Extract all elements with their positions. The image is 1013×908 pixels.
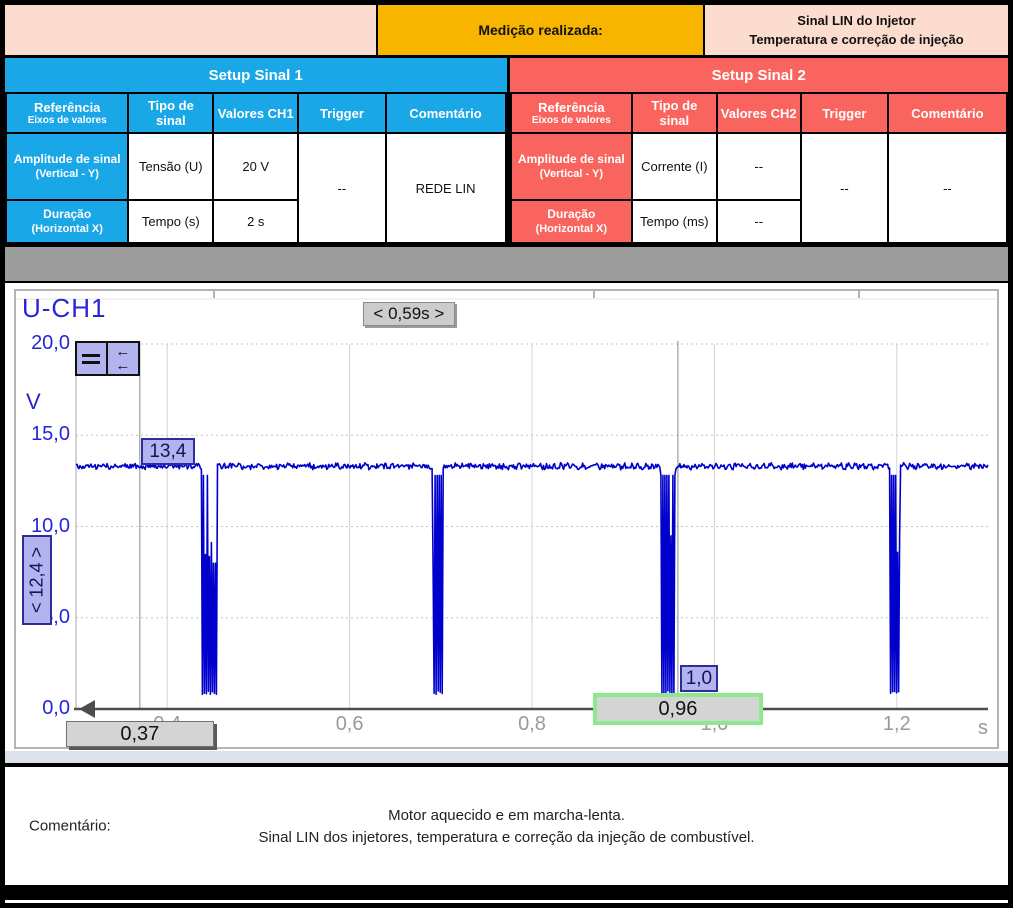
setup-signal-1-table: Setup Sinal 1 Referência Eixos de valore… [5, 58, 507, 244]
col-header-referencia-2-main: Referência [538, 100, 604, 115]
amplitude-label-sub: (Vertical - Y) [9, 167, 125, 182]
comment-line-1: Motor aquecido e em marcha-lenta. [388, 807, 625, 824]
measurement-title-line1: Sinal LIN do Injetor [797, 11, 915, 31]
ch1-duration-signal-type: Tempo (s) [128, 200, 213, 243]
col-header-valores-ch2: Valores CH2 [717, 93, 801, 133]
col-header-referencia: Referência Eixos de valores [6, 93, 128, 133]
delta-voltage-text: < 12,4 > [27, 547, 48, 613]
toolbar-separator-bar [5, 247, 1008, 283]
x-axis-unit: s [954, 717, 988, 740]
channel-label: U-CH1 [22, 293, 106, 324]
ch1-comment-value: REDE LIN [386, 133, 506, 243]
measurement-report-window: Medição realizada: Sinal LIN do Injetor … [0, 0, 1013, 908]
row-duration-label-2: Duração (Horizontal X) [511, 200, 633, 243]
y-tick-0: 0,0 [16, 697, 70, 720]
cursor1-time-box[interactable]: 0,37 [66, 721, 214, 747]
col-header-trigger: Trigger [298, 93, 385, 133]
x-tick-12: 1,2 [867, 713, 927, 736]
comment-section: Comentário: Motor aquecido e em marcha-l… [5, 767, 1008, 885]
row-duration-label: Duração (Horizontal X) [6, 200, 128, 243]
col-header-referencia-2-sub: Eixos de valores [514, 115, 630, 126]
col-header-tipo-sinal-2: Tipo de sinal [632, 93, 716, 133]
header-blank-cell [5, 5, 378, 55]
ch1-amplitude-signal-type: Tensão (U) [128, 133, 213, 200]
ch2-comment-value: -- [888, 133, 1007, 243]
measurement-title: Sinal LIN do Injetor Temperatura e corre… [705, 5, 1008, 55]
comment-text: Motor aquecido e em marcha-lenta. Sinal … [5, 767, 1008, 885]
col-header-tipo-sinal: Tipo de sinal [128, 93, 213, 133]
delta-time-badge: < 0,59s > [363, 302, 455, 326]
row-amplitude-label: Amplitude de sinal (Vertical - Y) [6, 133, 128, 200]
x-tick-08: 0,8 [502, 713, 562, 736]
cursor-drag-handles: ← ← [75, 341, 140, 376]
ch1-duration-value: 2 s [213, 200, 298, 243]
top-header-bar: Medição realizada: Sinal LIN do Injetor … [5, 5, 1008, 58]
amplitude-label-main: Amplitude de sinal [14, 152, 121, 166]
delta-voltage-badge: < 12,4 > [22, 535, 52, 625]
setup-signal-1-title: Setup Sinal 1 [5, 58, 507, 92]
cursor-handle-bars-button[interactable] [75, 341, 108, 376]
ch1-trigger-value: -- [298, 133, 385, 243]
ch2-duration-value: -- [717, 200, 801, 243]
setup-signal-2-title: Setup Sinal 2 [510, 58, 1009, 92]
bars-icon [82, 354, 100, 357]
scope-plot-panel: U-CH1 V s 20,0 15,0 10,0 5,0 0,0 0,4 0,6… [14, 289, 999, 749]
waveform-plot [16, 291, 997, 747]
left-arrow-icon: ← [115, 361, 130, 371]
col-header-referencia-2: Referência Eixos de valores [511, 93, 633, 133]
col-header-comentario-2: Comentário [888, 93, 1007, 133]
cursor-handle-arrows-button[interactable]: ← ← [108, 341, 140, 376]
ch1-amplitude-value: 20 V [213, 133, 298, 200]
y-tick-15: 15,0 [16, 423, 70, 446]
cursor1-voltage-badge: 13,4 [141, 438, 195, 465]
bottom-black-bar [5, 885, 1008, 900]
col-header-referencia-sub: Eixos de valores [9, 115, 125, 126]
comment-label: Comentário: [29, 818, 111, 835]
duration-label-sub: (Horizontal X) [9, 222, 125, 237]
bars-icon [82, 361, 100, 364]
duration-label-2-main: Duração [547, 207, 595, 221]
ch2-trigger-value: -- [801, 133, 888, 243]
bottom-scroll-strip [5, 751, 1008, 763]
x-tick-06: 0,6 [320, 713, 380, 736]
measurement-title-line2: Temperatura e correção de injeção [749, 30, 963, 50]
amplitude-label-2-sub: (Vertical - Y) [514, 167, 630, 182]
duration-label-2-sub: (Horizontal X) [514, 222, 630, 237]
ch2-amplitude-value: -- [717, 133, 801, 200]
measurement-label: Medição realizada: [378, 5, 705, 55]
cursor2-voltage-badge: 1,0 [680, 665, 718, 692]
col-header-referencia-main: Referência [34, 100, 100, 115]
oscilloscope-chart-section: U-CH1 V s 20,0 15,0 10,0 5,0 0,0 0,4 0,6… [5, 289, 1008, 763]
setup-tables: Setup Sinal 1 Referência Eixos de valore… [5, 58, 1008, 247]
cursor2-time-box[interactable]: 0,96 [593, 693, 763, 725]
duration-label-main: Duração [43, 207, 91, 221]
setup-signal-2-table: Setup Sinal 2 Referência Eixos de valore… [507, 58, 1009, 244]
y-tick-20: 20,0 [16, 332, 70, 355]
left-arrow-icon: ← [115, 347, 130, 357]
amplitude-label-2-main: Amplitude de sinal [518, 152, 625, 166]
col-header-trigger-2: Trigger [801, 93, 888, 133]
y-axis-unit: V [26, 389, 41, 415]
comment-line-2: Sinal LIN dos injetores, temperatura e c… [258, 829, 754, 846]
row-amplitude-label-2: Amplitude de sinal (Vertical - Y) [511, 133, 633, 200]
ch2-amplitude-signal-type: Corrente (I) [632, 133, 716, 200]
col-header-comentario: Comentário [386, 93, 506, 133]
col-header-valores-ch1: Valores CH1 [213, 93, 298, 133]
ch2-duration-signal-type: Tempo (ms) [632, 200, 716, 243]
